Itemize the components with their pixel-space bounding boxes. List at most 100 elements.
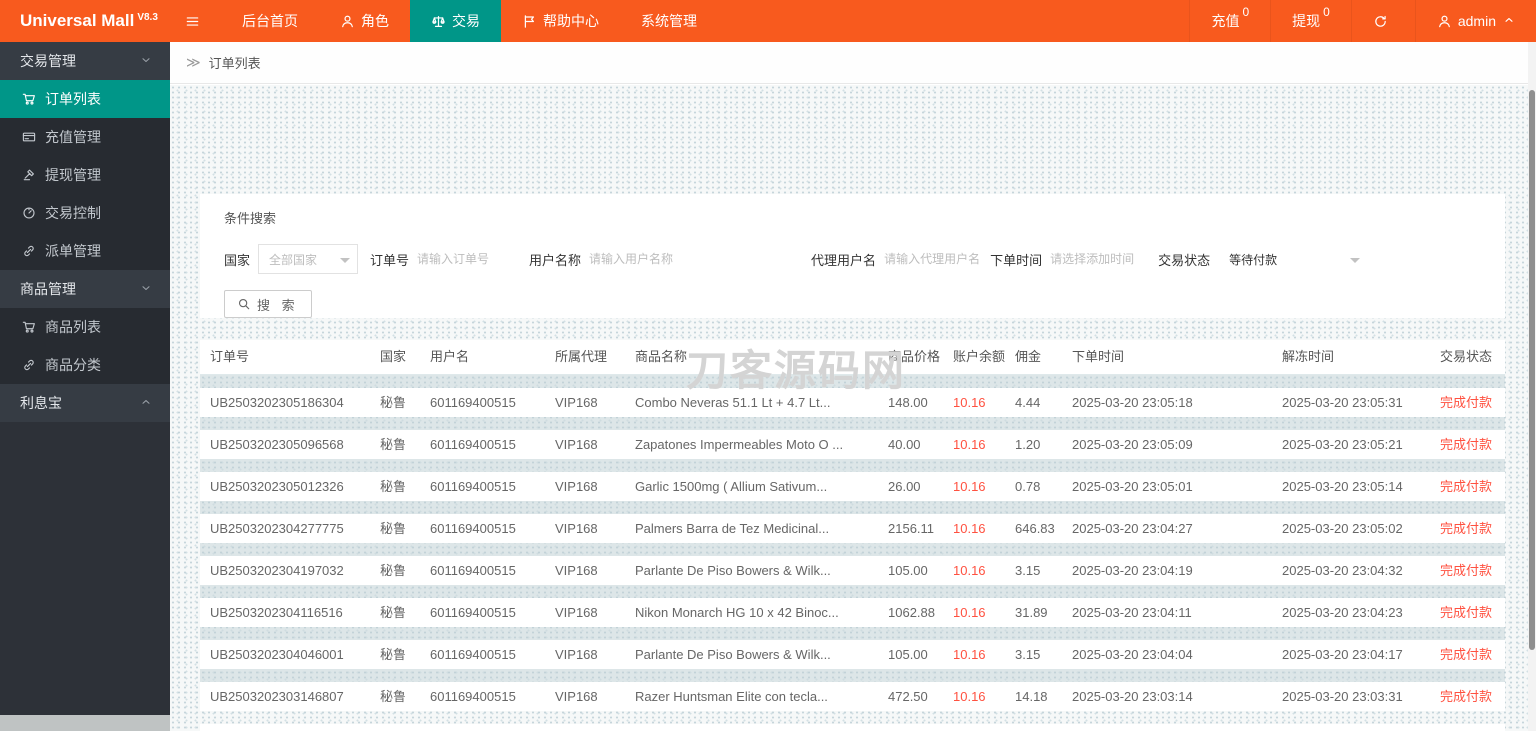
recharge-label: 充值 [1211, 13, 1240, 29]
app-title: Universal Mall [20, 11, 135, 30]
table-row[interactable]: UB2503202305012326 秘鲁 601169400515 VIP168 Ga… [200, 472, 1505, 501]
topnav-item-2[interactable]: 交易 [410, 0, 501, 42]
cell-agent: VIP168 [555, 563, 598, 578]
cell-country: 秘鲁 [380, 605, 407, 620]
sidebar-collapse-button[interactable] [170, 0, 221, 42]
sidebar-group-2[interactable]: 利息宝 [0, 384, 170, 422]
cell-commission: 646.83 [1015, 521, 1055, 536]
breadcrumb-current: 订单列表 [208, 56, 261, 71]
sidebar-item-0-3[interactable]: 交易控制 [0, 194, 170, 232]
cell-order-time: 2025-03-20 23:04:11 [1072, 605, 1192, 620]
sidebar-item-1-1[interactable]: 商品分类 [0, 346, 170, 384]
topnav-items: 后台首页 角色 交易 帮助中心 系统管理 [221, 0, 718, 42]
cell-unfreeze-time: 2025-03-20 23:05:21 [1282, 437, 1403, 452]
status-badge: 完成付款 [1440, 395, 1493, 410]
cart-icon [22, 320, 36, 334]
filter-country: 国家 全部国家 [224, 244, 359, 274]
topnav-item-3[interactable]: 帮助中心 [501, 0, 620, 42]
sidebar-item-label: 商品列表 [45, 319, 101, 335]
recharge-button[interactable]: 充值 0 [1189, 0, 1270, 42]
agent-input[interactable] [884, 244, 985, 274]
table-row[interactable]: UB2503202304046001 秘鲁 601169400515 VIP168 Pa… [200, 640, 1505, 669]
country-select[interactable]: 全部国家 [258, 244, 359, 274]
sidebar-item-0-4[interactable]: 派单管理 [0, 232, 170, 270]
recharge-badge: 0 [1242, 5, 1250, 19]
scrollbar-thumb[interactable] [1529, 90, 1535, 650]
table-row[interactable]: UB2503202305096568 秘鲁 601169400515 VIP168 Za… [200, 430, 1505, 459]
sidebar-item-label: 充值管理 [45, 129, 101, 145]
card-icon [22, 130, 36, 144]
chevron-up-icon [1505, 18, 1513, 22]
cell-username: 601169400515 [430, 605, 516, 620]
cell-order-no: UB2503202305186304 [210, 395, 344, 410]
topnav-right: 充值 0 提现 0 admin [1189, 0, 1536, 42]
topnav-item-label: 交易 [452, 13, 480, 29]
withdraw-label: 提现 [1292, 13, 1321, 29]
breadcrumb: ≫ 订单列表 [170, 42, 1536, 84]
sidebar-item-1-0[interactable]: 商品列表 [0, 308, 170, 346]
cell-price: 2156.11 [888, 521, 935, 536]
sidebar-item-0-0[interactable]: 订单列表 [0, 80, 170, 118]
order-no-label: 订单号 [370, 252, 410, 268]
cell-balance: 10.16 [953, 395, 986, 410]
status-select-value: 等待付款 [1229, 252, 1278, 267]
status-select[interactable]: 等待付款 [1218, 244, 1369, 274]
topnav-item-0[interactable]: 后台首页 [221, 0, 319, 42]
sidebar-item-0-2[interactable]: 提现管理 [0, 156, 170, 194]
breadcrumb-arrows-icon: ≫ [186, 54, 201, 70]
cell-country: 秘鲁 [380, 437, 407, 452]
country-select-value: 全部国家 [269, 252, 318, 267]
cell-username: 601169400515 [430, 521, 516, 536]
topnav-item-label: 角色 [361, 13, 389, 29]
sidebar-group-0[interactable]: 交易管理 [0, 42, 170, 80]
link-icon [22, 244, 36, 258]
sidebar-item-0-1[interactable]: 充值管理 [0, 118, 170, 156]
vertical-scrollbar[interactable] [1528, 42, 1536, 731]
topnav-item-1[interactable]: 角色 [319, 0, 410, 42]
sidebar-group-label: 商品管理 [20, 281, 76, 297]
cell-order-no: UB2503202304197032 [210, 563, 344, 578]
cell-unfreeze-time: 2025-03-20 23:04:32 [1282, 563, 1403, 578]
app-version: V8.3 [137, 11, 158, 23]
cell-product-name: Parlante De Piso Bowers & Wilk... [635, 647, 831, 662]
cell-username: 601169400515 [430, 437, 516, 452]
table-row[interactable]: UB2503202304197032 秘鲁 601169400515 VIP168 Pa… [200, 556, 1505, 585]
table-row[interactable]: UB2503202303146807 秘鲁 601169400515 VIP168 Ra… [200, 682, 1505, 711]
cell-agent: VIP168 [555, 437, 598, 452]
sidebar-item-label: 提现管理 [45, 167, 101, 183]
status-badge: 完成付款 [1440, 647, 1493, 662]
cell-unfreeze-time: 2025-03-20 23:05:31 [1282, 395, 1403, 410]
user-menu[interactable]: admin [1414, 0, 1536, 42]
cell-price: 40.00 [888, 437, 921, 452]
cell-order-time: 2025-03-20 23:05:01 [1072, 479, 1193, 494]
cell-agent: VIP168 [555, 521, 598, 536]
user-icon [1437, 14, 1452, 29]
order-time-label: 下单时间 [990, 252, 1043, 268]
sidebar-item-label: 商品分类 [45, 357, 101, 373]
sidebar-group-1[interactable]: 商品管理 [0, 270, 170, 308]
table-body: UB2503202305186304 秘鲁 601169400515 VIP168 Co… [200, 375, 1505, 711]
username-input[interactable] [589, 244, 740, 274]
chevron-down-icon [142, 286, 150, 291]
username-filter-label: 用户名称 [529, 252, 582, 268]
order-time-input[interactable] [1050, 244, 1151, 274]
country-label: 国家 [224, 252, 251, 268]
refresh-button[interactable] [1350, 0, 1415, 42]
search-button[interactable]: 搜 索 [224, 290, 312, 318]
topnav-item-4[interactable]: 系统管理 [620, 0, 718, 42]
cell-price: 105.00 [888, 563, 928, 578]
cell-agent: VIP168 [555, 395, 598, 410]
cell-order-time: 2025-03-20 23:04:27 [1072, 521, 1193, 536]
status-badge: 完成付款 [1440, 563, 1493, 578]
cell-balance: 10.16 [953, 689, 986, 704]
table-row[interactable]: UB2503202304277775 秘鲁 601169400515 VIP168 Pa… [200, 514, 1505, 543]
column-header-9: 解冻时间 [1282, 349, 1335, 364]
table-row[interactable]: UB2503202304116516 秘鲁 601169400515 VIP168 Ni… [200, 598, 1505, 627]
cell-unfreeze-time: 2025-03-20 23:04:23 [1282, 605, 1403, 620]
withdraw-button[interactable]: 提现 0 [1270, 0, 1351, 42]
order-no-input[interactable] [417, 244, 518, 274]
cell-unfreeze-time: 2025-03-20 23:04:17 [1282, 647, 1403, 662]
username-label: admin [1457, 13, 1496, 29]
scales-icon [431, 14, 446, 29]
cell-order-time: 2025-03-20 23:05:18 [1072, 395, 1193, 410]
